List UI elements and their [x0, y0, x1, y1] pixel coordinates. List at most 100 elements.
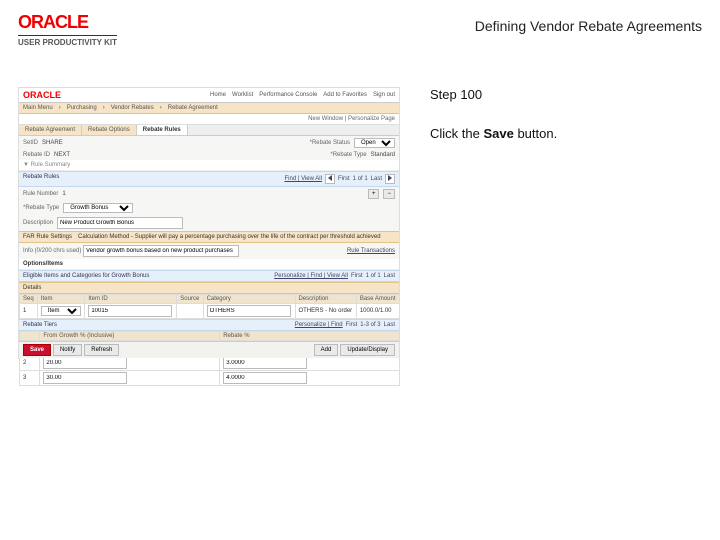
setid-row: SetID SHARE *Rebate Status Open [19, 136, 399, 150]
oracle-logo: ORACLE [18, 12, 117, 33]
bottom-bar: Save Notify Refresh Add Update/Display [19, 341, 399, 358]
tier2-rebate[interactable] [223, 357, 307, 369]
cell-desc: OTHERS - No order [295, 304, 356, 319]
tier3-rebate[interactable] [223, 372, 307, 384]
tiers-paging: 1-3 of 3 [360, 322, 380, 328]
first-label: First [338, 176, 350, 182]
last-icon[interactable] [385, 174, 395, 184]
rebate-rules-band: Rebate Rules Find | View All First 1 of … [19, 171, 399, 187]
options-paging: 1 of 1 [366, 273, 381, 279]
last-label: Last [371, 176, 382, 182]
click-suffix: button. [514, 126, 557, 141]
setid-value: SHARE [42, 140, 63, 146]
link-perf-console[interactable]: Performance Console [259, 92, 317, 98]
options-tab-details[interactable]: Details [23, 285, 41, 291]
col-desc: Description [295, 295, 356, 304]
link-worklist[interactable]: Worklist [232, 92, 253, 98]
tiers-find[interactable]: Personalize | Find [295, 322, 343, 328]
info-label: Info (0/200 chrs used) [23, 248, 81, 254]
bc-rebate-agreement[interactable]: Rebate Agreement [168, 105, 218, 111]
save-button[interactable]: Save [23, 344, 51, 356]
rebateid-label: Rebate ID [23, 152, 50, 158]
tab-rebate-rules[interactable]: Rebate Rules [137, 125, 188, 135]
link-home[interactable]: Home [210, 92, 226, 98]
options-sub: Eligible Items and Categories for Growth… [23, 273, 149, 279]
add-row-icon[interactable]: + [368, 189, 380, 199]
del-row-icon[interactable]: − [383, 189, 395, 199]
sub-nav[interactable]: New Window | Personalize Page [19, 114, 399, 125]
col-category: Category [203, 295, 295, 304]
rule-number-value: 1 [62, 191, 65, 197]
rule-transactions-link[interactable]: Rule Transactions [347, 248, 395, 254]
rtype-label: *Rebate Type [330, 152, 366, 158]
options-grid: Seq Item Item ID Source Category Descrip… [19, 294, 400, 319]
far-rule-strip: FAR Rule Settings Calculation Method - S… [19, 231, 399, 243]
col-itemid: Item ID [85, 295, 177, 304]
rebate-type-select[interactable]: Growth Bonus [63, 203, 133, 213]
tcol-blank [20, 332, 40, 341]
col-base: Base Amount [356, 295, 399, 304]
rtype-value: Standard [371, 152, 395, 158]
bc-purchasing[interactable]: Purchasing [67, 105, 97, 111]
tab-rebate-options[interactable]: Rebate Options [82, 125, 137, 135]
status-select[interactable]: Open [354, 138, 395, 148]
tiers-first: First [346, 322, 358, 328]
rule-summary-header[interactable]: ▼ Rule Summary [19, 160, 399, 171]
app-top-links: Home Worklist Performance Console Add to… [210, 92, 395, 98]
options-items-hdr: Options/Items [19, 259, 399, 270]
oracle-logo-block: ORACLE USER PRODUCTIVITY KIT [18, 12, 117, 47]
options-last: Last [384, 273, 395, 279]
rebate-rules-label: Rebate Rules [23, 174, 59, 184]
add-button[interactable]: Add [314, 344, 339, 356]
info-input[interactable] [83, 245, 239, 257]
tab-rebate-agreement[interactable]: Rebate Agreement [19, 125, 82, 135]
col-item: Item [37, 295, 84, 304]
page-header: ORACLE USER PRODUCTIVITY KIT Defining Ve… [0, 0, 720, 47]
first-icon[interactable] [325, 174, 335, 184]
page-title: Defining Vendor Rebate Agreements [475, 18, 702, 34]
tier3-from[interactable] [43, 372, 127, 384]
options-band: Eligible Items and Categories for Growth… [19, 270, 399, 282]
rebateid-value: NEXT [54, 152, 70, 158]
app-topbar: ORACLE Home Worklist Performance Console… [19, 88, 399, 103]
find-link[interactable]: Find | View All [285, 176, 322, 182]
description-input[interactable] [57, 217, 183, 229]
click-instruction: Click the Save button. [430, 126, 702, 141]
cell-base: 1000.0/1.00 [356, 304, 399, 319]
refresh-button[interactable]: Refresh [84, 344, 119, 356]
options-find[interactable]: Personalize | Find | View All [274, 273, 348, 279]
col-source: Source [177, 295, 203, 304]
rebateid-row: Rebate ID NEXT *Rebate Type Standard [19, 150, 399, 160]
cell-source [177, 304, 203, 319]
rebate-type-label: *Rebate Type [23, 205, 59, 211]
tiers-last: Last [384, 322, 395, 328]
app-logo: ORACLE [23, 90, 61, 100]
tier2-from[interactable] [43, 357, 127, 369]
options-tab-strip: Details [19, 282, 399, 294]
cell-category-input[interactable] [207, 305, 291, 317]
panel-tabs: Rebate Agreement Rebate Options Rebate R… [19, 125, 399, 136]
bc-main[interactable]: Main Menu [23, 105, 53, 111]
tcol-from: From Growth % (Inclusive) [40, 332, 220, 341]
tiers-grid: From Growth % (Inclusive) Rebate % 1 2 3 [19, 331, 400, 386]
col-seq: Seq [20, 295, 38, 304]
paging-of: 1 of 1 [353, 176, 368, 182]
setid-label: SetID [23, 140, 38, 146]
tcol-rebate: Rebate % [220, 332, 400, 341]
cell-itemid-input[interactable] [88, 305, 172, 317]
tiers-band: Rebate Tiers Personalize | Find First 1-… [19, 319, 399, 331]
step-label: Step 100 [430, 87, 702, 102]
far-rule-label: FAR Rule Settings [23, 234, 72, 240]
link-add-fav[interactable]: Add to Favorites [323, 92, 367, 98]
instruction-panel: Step 100 Click the Save button. [400, 47, 702, 359]
click-bold: Save [483, 126, 513, 141]
update-display-button[interactable]: Update/Display [340, 344, 395, 356]
bc-vendor-rebates[interactable]: Vendor Rebates [111, 105, 154, 111]
description-label: Description [23, 220, 53, 226]
link-signout[interactable]: Sign out [373, 92, 395, 98]
breadcrumb-bar: Main Menu › Purchasing › Vendor Rebates … [19, 103, 399, 114]
notify-button[interactable]: Notify [53, 344, 82, 356]
oracle-subtitle: USER PRODUCTIVITY KIT [18, 35, 117, 47]
cell-item-select[interactable]: Item [41, 306, 81, 316]
options-first: First [351, 273, 363, 279]
